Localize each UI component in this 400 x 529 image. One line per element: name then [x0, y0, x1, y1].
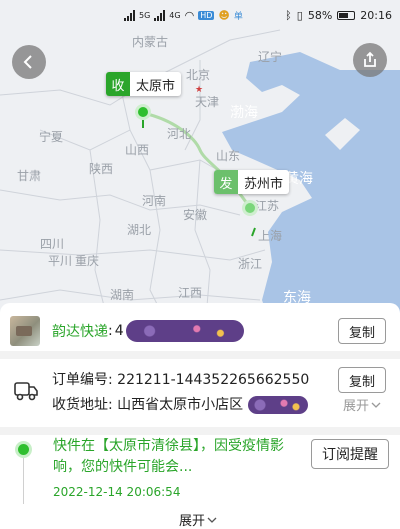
redaction-mark: [247, 396, 308, 414]
map-label: 河北: [167, 127, 191, 141]
map-label: 湖南: [110, 287, 134, 302]
section-divider: [0, 351, 400, 359]
map-label: 内蒙古: [132, 34, 168, 49]
expand-label: 展开: [179, 514, 206, 529]
hd-badge: HD: [198, 10, 215, 20]
destination-city: 苏州市: [244, 176, 284, 192]
section-divider: [0, 427, 400, 435]
status-bar: 5G 4G ◠ HD ☻ 单 ᛒ ▯ 58% 20:16: [0, 0, 400, 30]
expand-label: 展开: [343, 399, 370, 414]
send-tag: 发: [214, 170, 238, 194]
network-type: 5G: [139, 10, 151, 20]
map-label: 渤海: [230, 104, 258, 120]
destination-pin-icon[interactable]: [242, 200, 258, 216]
map-label: 平川: [48, 254, 72, 268]
truck-icon: [14, 382, 38, 401]
address-expand-link[interactable]: 展开: [343, 395, 381, 414]
receive-tag: 收: [106, 72, 130, 96]
map-label: 上海: [258, 228, 282, 243]
tracking-time: 2022-12-14 20:06:54: [53, 485, 181, 499]
battery-icon: [337, 10, 356, 20]
order-number-label: 订单编号:: [52, 372, 113, 388]
map-label: 辽宁: [258, 49, 282, 64]
tracking-number: 4: [114, 323, 124, 339]
wifi-icon: ◠: [184, 8, 195, 22]
courier-logo: [10, 316, 40, 346]
copy-tracking-button[interactable]: 复制: [338, 318, 386, 344]
share-icon: [364, 51, 376, 67]
origin-city: 太原市: [136, 78, 176, 94]
map-label: 四川: [40, 237, 64, 251]
timeline-dot-icon: [18, 444, 29, 455]
order-number-line: 订单编号: 221211-144352265662550: [52, 369, 309, 389]
destination-city-tag[interactable]: 发 苏州市: [214, 170, 290, 194]
copy-order-button[interactable]: 复制: [338, 367, 386, 393]
app-badge: 单: [233, 11, 243, 22]
map-label: 湖北: [127, 222, 151, 237]
map-label: 浙江: [238, 257, 262, 271]
map-label: 黄海: [285, 170, 313, 186]
map-view[interactable]: ★ 内蒙古 北京 天津 辽宁 宁夏 河北 渤海 山西 山东 陕西 甘肃 河南 江…: [0, 0, 400, 330]
map-label: 江西: [178, 286, 202, 300]
clock: 20:16: [360, 8, 392, 22]
app-notification-icon: ☻: [218, 8, 230, 22]
address-label: 收货地址:: [52, 397, 113, 413]
map-label: 山西: [125, 143, 149, 157]
network-type: 4G: [169, 10, 181, 20]
map-label: 山东: [216, 149, 240, 163]
chevron-left-icon: [23, 55, 32, 69]
order-number-value: 221211-144352265662550: [117, 372, 310, 388]
order-info: 订单编号: 221211-144352265662550 收货地址: 山西省太原…: [10, 363, 390, 423]
subscribe-reminder-button[interactable]: 订阅提醒: [311, 439, 389, 469]
signal-icon: [154, 9, 166, 21]
tracking-message: 快件在【太原市清徐县】，因受疫情影响，您的快件可能会...: [53, 438, 284, 475]
map-label: 江苏: [255, 199, 279, 213]
timeline-line: [23, 458, 24, 504]
chevron-down-icon: [371, 402, 381, 408]
courier-colon: :: [108, 323, 113, 339]
shipment-details-sheet: 韵达快递 : 4 复制 订单编号: 221211-144352265662550…: [0, 303, 400, 529]
address-value: 山西省太原市小店区: [117, 397, 244, 413]
map-label: 安徽: [183, 207, 207, 222]
map-label: 宁夏: [39, 129, 63, 144]
share-button[interactable]: [353, 43, 387, 77]
courier-row: 韵达快递 : 4: [10, 315, 390, 347]
origin-city-tag[interactable]: 收 太原市: [106, 72, 182, 96]
tracking-expand-link[interactable]: 展开: [179, 510, 217, 529]
signal-icon: [124, 9, 135, 21]
bluetooth-icon: ᛒ: [285, 8, 292, 22]
delivery-address-line: 收货地址: 山西省太原市小店区: [52, 394, 308, 414]
map-label: 河南: [142, 193, 166, 208]
map-label: 北京: [186, 68, 210, 82]
map-label: 甘肃: [17, 169, 41, 183]
capital-star-icon: ★: [195, 85, 203, 95]
courier-name: 韵达快递: [52, 324, 108, 340]
vibrate-icon: ▯: [296, 8, 303, 22]
battery-percent: 58%: [307, 8, 333, 22]
back-button[interactable]: [12, 45, 46, 79]
map-label: 陕西: [89, 161, 113, 176]
map-label: 重庆: [75, 254, 99, 268]
chevron-down-icon: [207, 517, 217, 523]
map-label: 天津: [195, 95, 219, 109]
latest-tracking: 快件在【太原市清徐县】，因受疫情影响，您的快件可能会... 2022-12-14…: [0, 436, 400, 529]
redaction-mark: [125, 320, 244, 342]
